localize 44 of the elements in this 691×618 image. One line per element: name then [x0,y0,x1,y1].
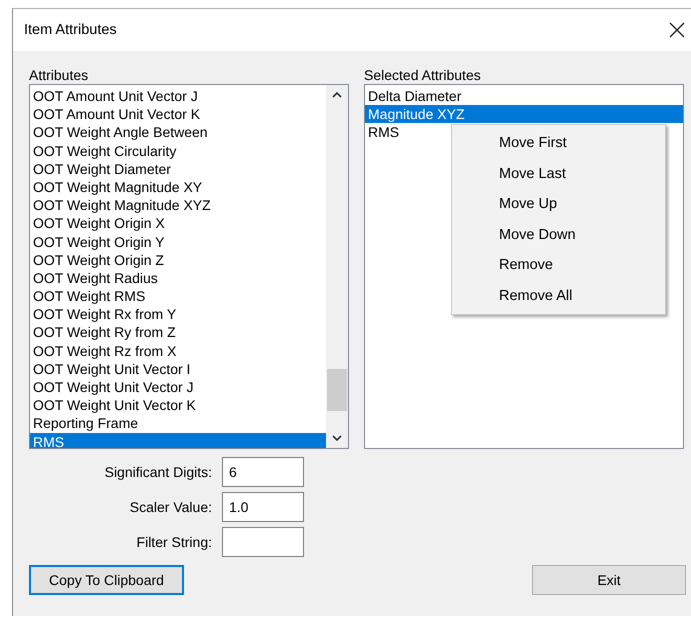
list-item[interactable]: OOT Amount Unit Vector K [30,105,326,124]
list-item[interactable]: OOT Weight Angle Between [30,123,326,142]
list-item[interactable]: OOT Weight Diameter [30,160,326,178]
menu-item[interactable]: Remove All [452,280,665,311]
list-item[interactable]: Delta Diameter [365,87,683,106]
field-label: Significant Digits: [104,464,212,480]
dialog-button[interactable]: Copy To Clipboard [29,565,184,595]
list-item[interactable]: OOT Weight Origin Y [30,232,326,251]
menu-item[interactable]: Move Up [452,189,665,220]
list-item[interactable]: Reporting Frame [30,414,326,433]
field-label: Filter String: [136,534,212,550]
menu-item[interactable]: Move Last [452,158,665,189]
dialog-button[interactable]: Exit [532,565,686,595]
list-label: Attributes [29,67,90,84]
scroll-up-icon[interactable] [332,91,342,98]
list-item[interactable]: Magnitude XYZ [365,105,683,124]
list-item[interactable]: OOT Weight Ry from Z [30,323,326,342]
scrollbar-thumb[interactable] [327,369,347,411]
menu-item[interactable]: Move First [452,128,665,158]
list-item[interactable]: OOT Weight Unit Vector J [30,378,326,396]
menu-item[interactable]: Remove [452,250,665,280]
list-item[interactable]: OOT Weight Rz from X [30,342,326,360]
close-icon[interactable] [669,22,685,38]
scroll-down-icon[interactable] [332,435,342,442]
list-item[interactable]: OOT Weight Unit Vector K [30,396,326,414]
menu-item[interactable]: Move Down [452,220,665,250]
field-label: Scaler Value: [128,499,212,515]
window-title: Item Attributes [24,22,117,38]
list-label: Selected Attributes [364,67,482,84]
list-item[interactable]: OOT Weight Origin X [30,214,326,232]
input-field[interactable]: 6 [222,457,304,487]
input-field[interactable]: 1.0 [222,492,304,522]
list-item[interactable]: RMS [30,432,326,448]
list-item[interactable]: OOT Weight Magnitude XYZ [30,196,326,214]
list-item[interactable]: OOT Weight Origin Z [30,250,326,269]
scrollbar[interactable] [326,85,348,448]
list-item[interactable]: OOT Weight RMS [30,287,326,306]
input-field[interactable] [222,527,304,557]
list-item[interactable]: OOT Weight Circularity [30,142,326,160]
list-item[interactable]: OOT Weight Magnitude XY [30,178,326,196]
list-item[interactable]: OOT Amount Unit Vector J [30,87,326,106]
list-item[interactable]: OOT Weight Radius [30,268,326,288]
list-item[interactable]: OOT Weight Rx from Y [30,305,326,324]
list-item[interactable]: OOT Weight Unit Vector I [30,360,326,378]
